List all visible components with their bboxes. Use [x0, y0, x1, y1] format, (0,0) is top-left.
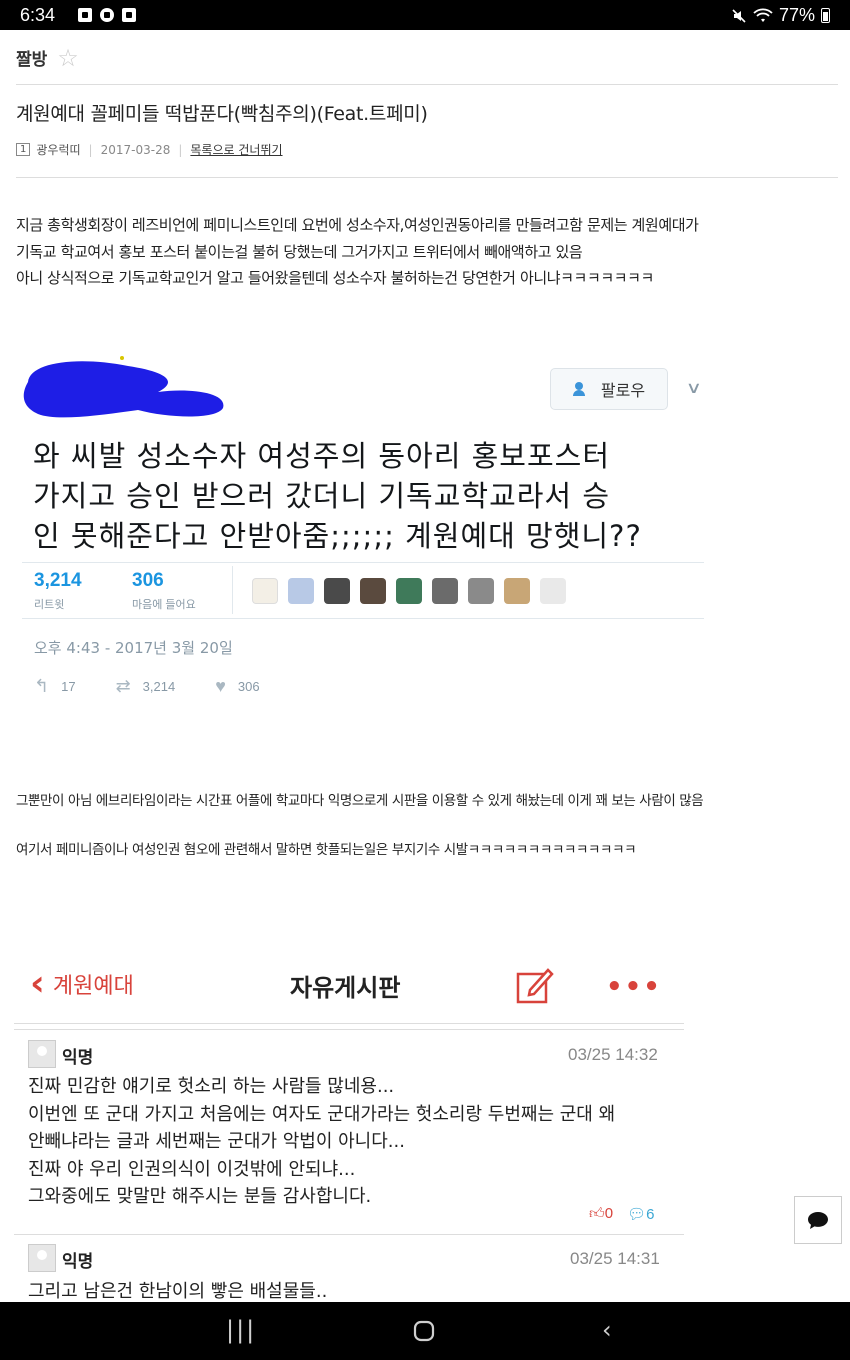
tweet-text-line: 인 못해준다고 안받아줌;;;;;; 계원예대 망햇니?? — [33, 519, 642, 553]
liker-avatar[interactable] — [288, 578, 314, 604]
like-stat-label: 마음에 들어요 — [132, 599, 196, 611]
speech-bubble-icon — [808, 1212, 828, 1229]
retweet-count: 3,214 — [142, 679, 176, 694]
post-content-line: 안빼냐라는 글과 세번째는 군대가 악법이 아니다... — [28, 1131, 405, 1152]
post-paragraph: 그뿐만이 아님 에브리타임이라는 시간표 어플에 학교마다 익명으로게 시판을 … — [16, 793, 704, 809]
post-content: 진짜 민감한 얘기로 헛소리 하는 사람들 많네용... 이번엔 또 군대 가지… — [28, 1073, 615, 1211]
post-meta: 1 광우럭띠 | 2017-03-28 | 목록으로 건너뛰기 — [16, 141, 283, 158]
add-user-icon — [572, 382, 593, 396]
comment-fab-button[interactable] — [794, 1196, 842, 1244]
retweet-icon[interactable]: ⇄ — [116, 676, 131, 697]
author-name[interactable]: 광우럭띠 — [36, 141, 80, 158]
liker-avatar[interactable] — [360, 578, 386, 604]
chevron-down-icon[interactable]: ∨ — [686, 378, 702, 397]
liker-avatar[interactable] — [252, 578, 278, 604]
back-label: 계원예대 — [52, 974, 134, 999]
post-time: 03/25 14:32 — [568, 1045, 658, 1064]
navigation-bar: ||| ‹ — [0, 1302, 850, 1360]
comment-icon: 💬︎ — [627, 1206, 647, 1223]
app-notification-icon — [100, 8, 114, 22]
tweet-divider — [22, 618, 704, 619]
like-stat-number: 306 — [132, 570, 164, 591]
liker-avatar[interactable] — [324, 578, 350, 604]
heart-icon[interactable]: ♥ — [215, 676, 226, 697]
meta-separator: | — [178, 142, 183, 157]
mute-icon — [732, 8, 746, 23]
wifi-icon — [753, 8, 773, 22]
author-level-badge: 1 — [16, 143, 31, 156]
tweet-timestamp: 오후 4:43 - 2017년 3월 20일 — [34, 639, 233, 657]
gallery-notification-icon — [78, 8, 92, 22]
liker-avatar[interactable] — [432, 578, 458, 604]
post-date: 2017-03-28 — [100, 142, 171, 157]
header-divider — [14, 1029, 684, 1030]
like-stat[interactable]: 306 마음에 들어요 — [132, 570, 196, 612]
battery-percent: 77% — [778, 5, 815, 25]
post-paragraph: 여기서 페미니즘이나 여성인권 혐오에 관련해서 말하면 핫플되는일은 부지기수… — [16, 842, 637, 858]
post-body-line: 기독교 학교여서 홍보 포스터 붙이는걸 불허 당했는데 그거가지고 트위터에서… — [16, 242, 583, 261]
follow-button[interactable]: 팔로우 — [550, 368, 668, 410]
post-title: 계원예대 꼴페미들 떡밥푼다(빡침주의)(Feat.트페미) — [16, 103, 428, 125]
reply-count: 17 — [61, 679, 76, 694]
back-arrow-icon: ‹ — [30, 963, 45, 1004]
post-divider — [14, 1234, 684, 1235]
home-icon[interactable] — [413, 1320, 435, 1342]
post-author: 익명 — [62, 1252, 94, 1272]
post-author: 익명 — [62, 1048, 94, 1068]
tweet-text-line: 가지고 승인 받으러 갔더니 기독교학교라서 승 — [33, 479, 611, 513]
post-like-count: 0 — [604, 1205, 614, 1222]
status-bar: 6:34 77% — [0, 0, 850, 30]
follow-label: 팔로우 — [600, 381, 646, 400]
tweet-divider — [22, 562, 704, 563]
meta-separator: | — [88, 142, 93, 157]
board-title: 자유게시판 — [290, 974, 401, 1002]
liker-avatars — [252, 578, 566, 604]
back-button[interactable]: ‹ 계원예대 — [30, 966, 134, 1002]
liker-avatar[interactable] — [396, 578, 422, 604]
retweet-stat[interactable]: 3,214 리트윗 — [34, 570, 82, 612]
divider — [16, 177, 838, 178]
app-notification-icon-2 — [122, 8, 136, 22]
post-body: 지금 총학생회장이 레즈비언에 페미니스트인데 요번에 성소수자,여성인권동아리… — [16, 212, 699, 292]
more-icon[interactable]: ••• — [606, 972, 662, 1002]
comment-count-group: 💬︎6 — [627, 1205, 654, 1223]
post-comment-count: 6 — [646, 1206, 655, 1223]
post-content-line: 진짜 야 우리 인권의식이 이것밖에 안되냐... — [28, 1158, 356, 1180]
anonymous-avatar-icon — [28, 1040, 56, 1068]
tweet-actions: ↰ 17 ⇄ 3,214 ♥ 306 — [34, 676, 300, 697]
post-counts: 👍︎0 💬︎6 — [589, 1205, 654, 1223]
post-content-line: 그와중에도 맞말만 해주시는 분들 감사합니다. — [28, 1186, 372, 1207]
stat-separator — [232, 566, 233, 614]
thumbs-up-icon: 👍︎ — [589, 1205, 605, 1222]
divider — [16, 84, 838, 85]
liker-avatar[interactable] — [540, 578, 566, 604]
board-header: 짤방 ☆ — [16, 45, 79, 71]
reply-icon[interactable]: ↰ — [34, 676, 49, 697]
liker-avatar[interactable] — [468, 578, 494, 604]
post-content-line: 진짜 민감한 얘기로 헛소리 하는 사람들 많네용... — [28, 1076, 395, 1097]
liker-avatar[interactable] — [504, 578, 530, 604]
retweet-stat-label: 리트윗 — [34, 599, 65, 611]
skip-to-list-link[interactable]: 목록으로 건너뛰기 — [190, 141, 282, 158]
recent-apps-icon[interactable]: ||| — [226, 1316, 256, 1344]
redacted-scribble — [23, 356, 224, 418]
like-count-group: 👍︎0 — [589, 1205, 613, 1223]
tweet-text-line: 와 씨발 성소수자 여성주의 동아리 홍보포스터 — [33, 439, 611, 473]
anonymous-avatar-icon — [28, 1244, 56, 1272]
post-body-line: 지금 총학생회장이 레즈비언에 페미니스트인데 요번에 성소수자,여성인권동아리… — [16, 216, 699, 234]
post-content-line: 이번엔 또 군대 가지고 처음에는 여자도 군대가라는 헛소리랑 두번째는 군대… — [28, 1103, 616, 1125]
post-time: 03/25 14:31 — [570, 1249, 660, 1268]
status-time: 6:34 — [20, 5, 56, 25]
back-nav-icon[interactable]: ‹ — [602, 1316, 612, 1344]
header-divider — [14, 1023, 684, 1024]
tweet-text: 와 씨발 성소수자 여성주의 동아리 홍보포스터 가지고 승인 받으러 갔더니 … — [33, 436, 642, 556]
battery-icon — [821, 8, 830, 23]
retweet-stat-number: 3,214 — [34, 570, 82, 591]
like-count: 306 — [237, 679, 260, 694]
favorite-star-icon[interactable]: ☆ — [57, 46, 79, 70]
board-name[interactable]: 짤방 — [16, 45, 47, 70]
post-body-line: 아니 상식적으로 기독교학교인거 알고 들어왔을텐데 성소수자 불허하는건 당연… — [16, 269, 654, 287]
compose-icon[interactable] — [516, 966, 554, 1004]
